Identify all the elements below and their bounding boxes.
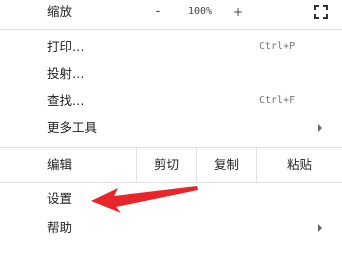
menu-item-settings[interactable]: 设置 [0, 187, 342, 211]
chrome-main-menu: 缩放 - 100% + 打印… Ctrl+P 投射… 查找… Ctrl+F 更多… [0, 0, 342, 253]
zoom-in-button[interactable]: + [228, 0, 248, 24]
edit-row: 编辑 剪切 复制 粘贴 [0, 148, 342, 182]
fullscreen-icon [314, 5, 328, 19]
zoom-out-button[interactable]: - [148, 0, 168, 24]
print-shortcut: Ctrl+P [259, 41, 296, 52]
menu-separator [0, 182, 342, 183]
submenu-arrow-icon [318, 124, 322, 132]
find-shortcut: Ctrl+F [259, 95, 296, 106]
paste-button[interactable]: 粘贴 [256, 148, 342, 182]
find-label: 查找… [47, 93, 85, 108]
settings-label: 设置 [47, 191, 73, 206]
menu-item-print[interactable]: 打印… Ctrl+P [0, 35, 342, 59]
edit-label: 编辑 [47, 157, 73, 172]
menu-item-help[interactable]: 帮助 [0, 216, 342, 240]
help-label: 帮助 [47, 220, 73, 235]
menu-separator [0, 29, 342, 30]
menu-item-find[interactable]: 查找… Ctrl+F [0, 89, 342, 113]
zoom-label: 缩放 [47, 4, 73, 19]
zoom-level: 100% [187, 6, 213, 17]
more-tools-label: 更多工具 [47, 120, 98, 135]
cast-label: 投射… [47, 66, 85, 81]
fullscreen-button[interactable] [313, 0, 329, 24]
menu-item-cast[interactable]: 投射… [0, 62, 342, 86]
cut-button[interactable]: 剪切 [136, 148, 196, 182]
submenu-arrow-icon [318, 224, 322, 232]
print-label: 打印… [47, 39, 85, 54]
menu-item-more-tools[interactable]: 更多工具 [0, 116, 342, 140]
zoom-row: 缩放 - 100% + [0, 0, 342, 24]
copy-button[interactable]: 复制 [196, 148, 256, 182]
